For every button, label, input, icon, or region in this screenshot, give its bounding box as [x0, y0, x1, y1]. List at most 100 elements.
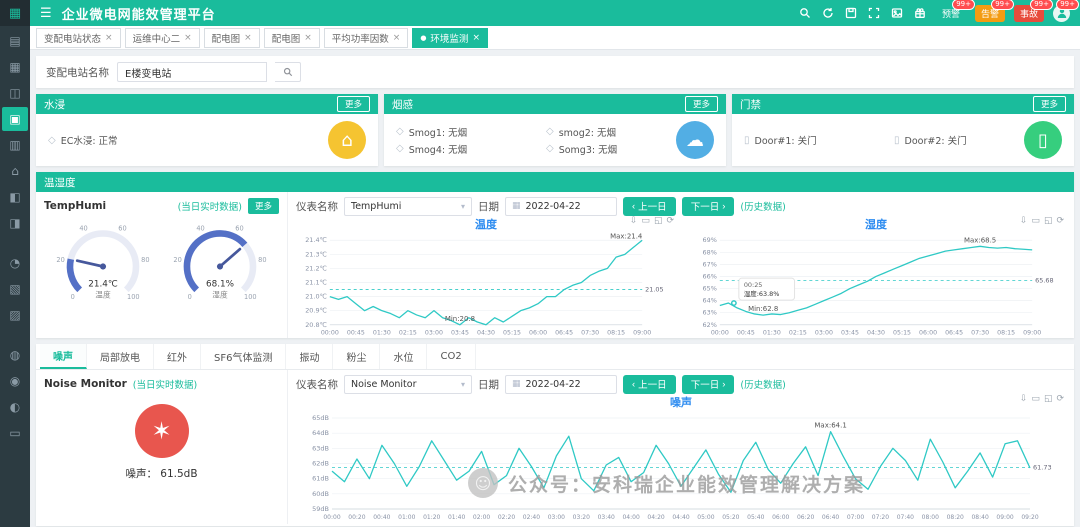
warning-badge-button[interactable]: 预警 99+: [935, 0, 975, 22]
restore-icon[interactable]: ⟳: [1056, 394, 1064, 404]
env-tab-2[interactable]: 局部放电: [87, 344, 154, 369]
svg-text:20.8℃: 20.8℃: [305, 321, 327, 329]
sidebar-icon-station[interactable]: ⌂: [2, 159, 28, 183]
sidebar-icon-alarm[interactable]: ▧: [2, 277, 28, 301]
diamond-icon: ◇: [396, 126, 404, 137]
svg-text:66%: 66%: [702, 272, 716, 280]
refresh-icon[interactable]: [821, 6, 835, 20]
sidebar-icon-chart[interactable]: ◨: [2, 211, 28, 235]
env-tab-5[interactable]: 振动: [286, 344, 334, 369]
temphumi-realtime-link[interactable]: (当日实时数据): [178, 199, 242, 213]
sidebar-icon-overview[interactable]: ▤: [2, 29, 28, 53]
data-view-icon[interactable]: ▭: [1031, 394, 1040, 404]
menu-toggle-icon[interactable]: ☰: [40, 6, 52, 21]
save-icon[interactable]: [844, 6, 858, 20]
sidebar-icon-environment[interactable]: ▣: [2, 107, 28, 131]
temphumi-prev-day-button[interactable]: ‹ 上一日: [623, 196, 676, 216]
svg-text:21.05: 21.05: [645, 286, 663, 294]
alarm-badge-button[interactable]: 告警 99+: [974, 0, 1014, 22]
smoke-more-button[interactable]: 更多: [684, 96, 718, 112]
noise-realtime-link[interactable]: (当日实时数据): [133, 377, 197, 391]
download-icon[interactable]: ⇩: [1020, 394, 1028, 404]
sidebar-icon-device[interactable]: ▨: [2, 303, 28, 327]
sidebar-icon-energy[interactable]: ▥: [2, 133, 28, 157]
fullscreen-icon[interactable]: [867, 6, 881, 20]
svg-text:Min:20.8: Min:20.8: [445, 315, 475, 323]
page-tab[interactable]: 配电图 ×: [203, 27, 260, 48]
close-tab-icon[interactable]: ×: [105, 33, 113, 43]
page-tab[interactable]: 配电图 ×: [263, 27, 320, 48]
gift-icon[interactable]: [913, 6, 927, 20]
noise-date-input[interactable]: ▦ 2022-04-22: [505, 374, 617, 394]
svg-text:00:25: 00:25: [744, 281, 763, 289]
avatar-count-badge: 99+: [1056, 0, 1079, 10]
station-name-input[interactable]: E楼变电站: [117, 62, 267, 82]
download-icon[interactable]: ⇩: [1020, 216, 1028, 226]
svg-text:68.1%: 68.1%: [206, 279, 234, 289]
env-tab-7[interactable]: 水位: [380, 344, 428, 369]
temphumi-date-input[interactable]: ▦ 2022-04-22: [505, 196, 617, 216]
download-icon[interactable]: ⇩: [630, 216, 638, 226]
noise-meter-select[interactable]: Noise Monitor ▾: [344, 374, 472, 394]
env-tab-4[interactable]: SF6气体监测: [201, 344, 287, 369]
door-icon: ▯: [894, 134, 900, 146]
restore-icon[interactable]: ⟳: [1056, 216, 1064, 226]
humidity-chart: ⇩ ▭ ◱ ⟳ 湿度 69% 68% 67% 66% 65% 64% 63% 62% 00:00 00:…: [686, 216, 1066, 341]
temperature-chart-title: 温度: [475, 218, 497, 231]
sidebar-icon-settings[interactable]: ◍: [2, 343, 28, 367]
page-tab[interactable]: 平均功率因数 ×: [323, 27, 409, 48]
close-tab-icon[interactable]: ×: [244, 33, 252, 43]
sidebar-icon-analysis[interactable]: ◔: [2, 251, 28, 275]
smoke-sensor-item: ◇ Somg3: 无烟: [546, 143, 618, 156]
temphumi-history-link[interactable]: (历史数据): [740, 199, 785, 213]
svg-text:63dB: 63dB: [312, 444, 329, 452]
env-tab-1[interactable]: 噪声: [40, 344, 87, 369]
close-tab-icon[interactable]: ×: [304, 33, 312, 43]
svg-text:61.73: 61.73: [1033, 464, 1052, 472]
sidebar-icon-user[interactable]: ◉: [2, 369, 28, 393]
svg-text:03:45: 03:45: [451, 330, 469, 337]
water-more-button[interactable]: 更多: [336, 96, 370, 112]
svg-text:21.4℃: 21.4℃: [88, 279, 118, 289]
svg-text:65.68: 65.68: [1035, 276, 1053, 284]
close-tab-icon[interactable]: ×: [472, 33, 480, 43]
noise-next-day-button[interactable]: 下一日 ›: [681, 374, 735, 394]
screenshot-icon[interactable]: [890, 6, 904, 20]
sidebar-icon-monitor[interactable]: ▦: [2, 55, 28, 79]
diamond-icon: ◇: [546, 143, 554, 154]
data-view-icon[interactable]: ▭: [1031, 216, 1040, 226]
temphumi-more-button[interactable]: 更多: [247, 198, 279, 214]
sidebar-icon-report[interactable]: ◧: [2, 185, 28, 209]
diamond-icon: ◇: [546, 126, 554, 137]
env-tab-6[interactable]: 粉尘: [333, 344, 381, 369]
zoom-icon[interactable]: ◱: [654, 216, 663, 226]
noise-history-link[interactable]: (历史数据): [740, 377, 785, 391]
svg-text:20.9℃: 20.9℃: [305, 307, 327, 315]
zoom-icon[interactable]: ◱: [1044, 394, 1053, 404]
sidebar-icon-power[interactable]: ◫: [2, 81, 28, 105]
tab-label: 环境监测: [430, 33, 469, 45]
zoom-icon[interactable]: ◱: [1044, 216, 1053, 226]
close-tab-icon[interactable]: ×: [393, 33, 401, 43]
close-tab-icon[interactable]: ×: [184, 33, 192, 43]
sidebar-icon-system[interactable]: ◐: [2, 395, 28, 419]
page-tab[interactable]: 运维中心二 ×: [124, 27, 200, 48]
user-avatar[interactable]: 99+: [1053, 0, 1079, 22]
env-tab-3[interactable]: 红外: [154, 344, 201, 369]
chevron-right-icon: ›: [722, 200, 726, 212]
page-tab[interactable]: 变配电站状态 ×: [36, 27, 121, 48]
station-search-button[interactable]: [275, 62, 301, 82]
page-tab[interactable]: ● 环境监测 ×: [412, 27, 488, 48]
accident-badge-button[interactable]: 事故 99+: [1013, 0, 1053, 22]
tab-label: 配电图: [211, 33, 241, 45]
temphumi-meter-select[interactable]: TempHumi ▾: [344, 196, 472, 216]
temphumi-next-day-button[interactable]: 下一日 ›: [681, 196, 735, 216]
noise-prev-day-button[interactable]: ‹ 上一日: [623, 374, 676, 394]
restore-icon[interactable]: ⟳: [666, 216, 674, 226]
sidebar-icon-log[interactable]: ▭: [2, 421, 28, 445]
temphumi-device-name: TempHumi: [44, 200, 107, 212]
env-tab-8[interactable]: CO2: [427, 344, 476, 369]
door-more-button[interactable]: 更多: [1032, 96, 1066, 112]
data-view-icon[interactable]: ▭: [641, 216, 650, 226]
search-icon[interactable]: [798, 6, 812, 20]
